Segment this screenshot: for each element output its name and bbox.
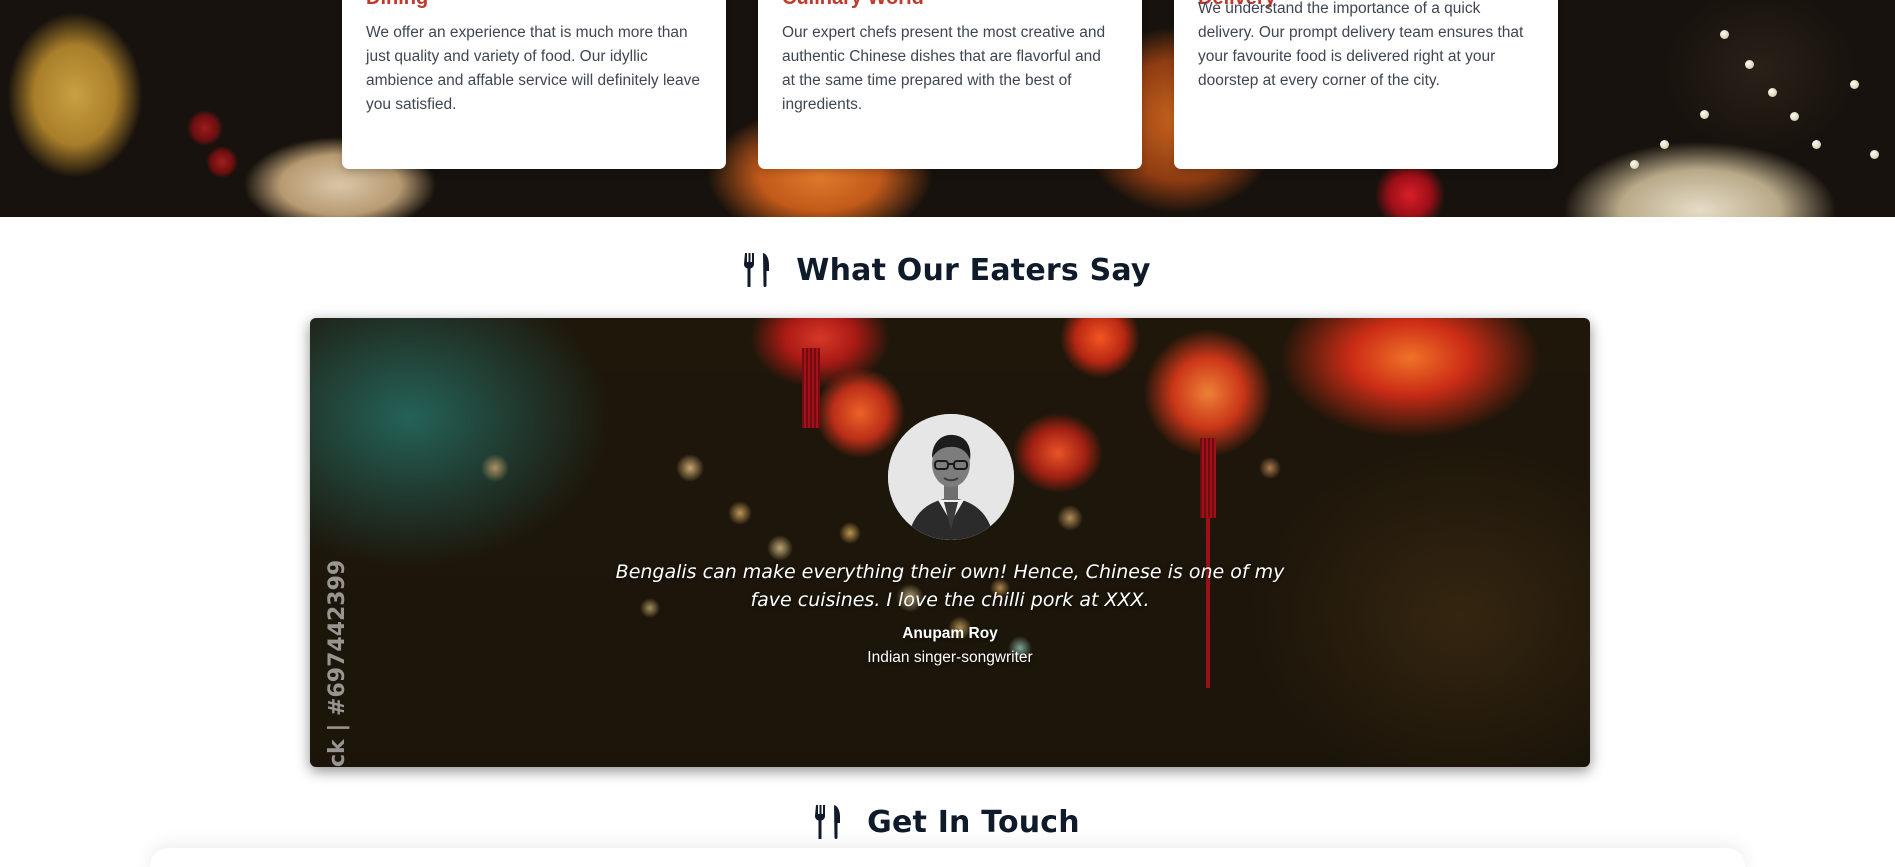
feature-card-title: Culinary World (782, 0, 924, 9)
decorative-pearl (1660, 140, 1669, 149)
feature-card-dining: Dining We offer an experience that is mu… (342, 0, 726, 169)
food-banner: Dining We offer an experience that is mu… (0, 0, 1895, 217)
contact-heading: Get In Touch (0, 800, 1895, 844)
decorative-pearl (1790, 112, 1799, 121)
testimonial-quote: Bengalis can make everything their own! … (615, 561, 1285, 611)
feature-card-text: We understand the importance of a quick … (1198, 0, 1524, 89)
feature-card-title: Dining (366, 0, 428, 9)
testimonial-role: Indian singer-songwriter (867, 649, 1033, 666)
decorative-pearl (1720, 30, 1729, 39)
utensils-icon (815, 805, 841, 839)
lantern-tassel (802, 348, 820, 428)
avatar-portrait (888, 414, 1014, 540)
avatar (888, 414, 1014, 540)
decorative-pearl (1768, 88, 1777, 97)
decorative-pearl (1870, 150, 1879, 159)
section-title: Get In Touch (867, 804, 1080, 840)
lantern-tassel (1200, 438, 1216, 518)
contact-card (150, 848, 1745, 867)
decorative-pearl (1630, 160, 1639, 169)
feature-card-text: Our expert chefs present the most creati… (782, 24, 1106, 113)
section-title: What Our Eaters Say (796, 252, 1151, 288)
decorative-pearl (1745, 60, 1754, 69)
testimonials-heading: What Our Eaters Say (0, 248, 1895, 292)
testimonial-slide[interactable]: ck | #697442399 Bengalis can make everyt… (310, 318, 1590, 767)
testimonial-author: Anupam Roy (902, 625, 998, 642)
feature-card-delivery: Delivery We understand the importance of… (1174, 0, 1558, 169)
utensils-icon (744, 253, 770, 287)
feature-card-culinary: Culinary World Our expert chefs present … (758, 0, 1142, 169)
feature-card-text: We offer an experience that is much more… (366, 24, 701, 113)
decorative-pearl (1812, 140, 1821, 149)
decorative-pearl (1700, 110, 1709, 119)
decorative-pearl (1850, 80, 1859, 89)
